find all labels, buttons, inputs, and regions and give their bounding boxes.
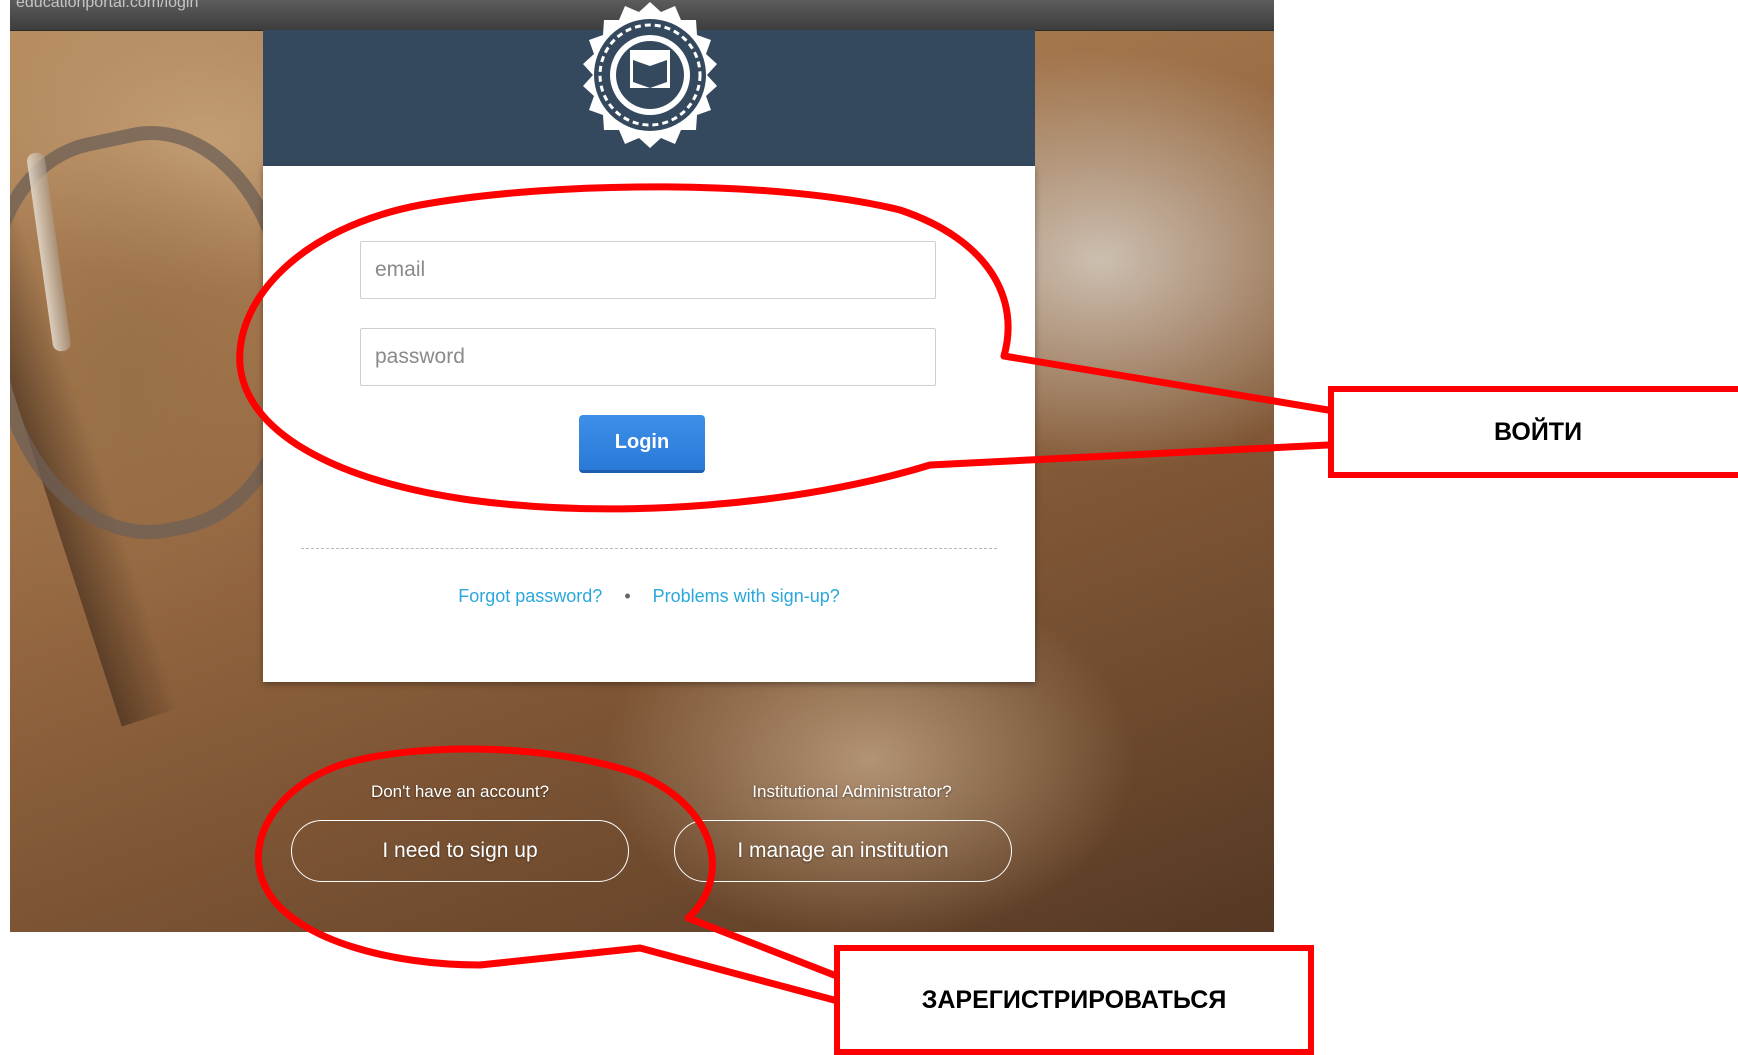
login-card-header [263,2,1035,166]
signup-problems-link[interactable]: Problems with sign-up? [653,586,840,606]
seal-logo-icon [583,2,717,148]
link-separator: • [624,586,631,606]
email-input[interactable] [360,241,936,299]
password-input[interactable] [360,328,936,386]
signup-button[interactable]: I need to sign up [291,820,629,882]
browser-viewport: educationportal.com/login Login Forgot p… [10,0,1274,932]
institution-button[interactable]: I manage an institution [674,820,1012,882]
login-callout-box: ВОЙТИ [1328,386,1738,478]
dashed-divider [301,548,997,549]
glasses-temple [26,151,72,353]
login-card: Login Forgot password? • Problems with sig… [263,166,1035,682]
help-links: Forgot password? • Problems with sign-up? [263,586,1035,607]
signup-callout-box: ЗАРЕГИСТРИРОВАТЬСЯ [834,945,1314,1055]
institution-prompt: Institutional Administrator? [752,782,952,801]
signup-prompt: Don't have an account? [370,782,550,801]
address-url: educationportal.com/login [16,0,199,11]
login-button[interactable]: Login [579,415,705,473]
forgot-password-link[interactable]: Forgot password? [458,586,602,606]
